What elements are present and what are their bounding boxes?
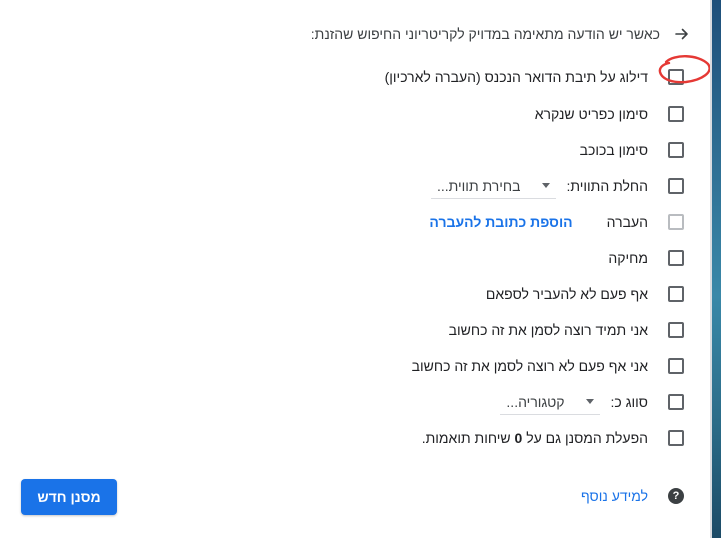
- never-spam-label: אף פעם לא להעביר לספאם: [485, 286, 648, 302]
- filter-actions-dialog: כאשר יש הודעה מתאימה במדויק לקריטריוני ה…: [0, 0, 712, 538]
- label-select[interactable]: בחירת תווית...: [430, 174, 557, 199]
- mark-read-label: סימון כפריט שנקרא: [534, 106, 648, 122]
- category-select[interactable]: קטגוריה...: [500, 390, 601, 415]
- option-forward[interactable]: העברה הוספת כתובת להעברה: [429, 210, 684, 234]
- option-never-spam[interactable]: אף פעם לא להעביר לספאם: [486, 282, 684, 306]
- delete-checkbox[interactable]: [668, 250, 684, 266]
- create-filter-button[interactable]: מסנן חדש: [21, 479, 117, 515]
- help-circle-icon[interactable]: ?: [668, 488, 684, 504]
- delete-label: מחיקה: [608, 250, 648, 266]
- learn-more-link[interactable]: למידע נוסף: [581, 488, 648, 504]
- criteria-header: כאשר יש הודעה מתאימה במדויק לקריטריוני ה…: [311, 22, 694, 46]
- categorize-checkbox[interactable]: [668, 394, 684, 410]
- apply-existing-checkbox[interactable]: [668, 430, 684, 446]
- star-checkbox[interactable]: [668, 142, 684, 158]
- arrow-right-icon[interactable]: [670, 22, 694, 46]
- mark-read-checkbox[interactable]: [668, 106, 684, 122]
- apply-label-label: החלת התווית:: [566, 178, 648, 194]
- option-skip-inbox[interactable]: דילוג על תיבת הדואר הנכנס (העברה לארכיון…: [385, 65, 684, 89]
- chevron-down-icon: [586, 399, 595, 404]
- categorize-label: סווג כ:: [610, 394, 648, 410]
- apply-label-checkbox[interactable]: [668, 178, 684, 194]
- option-apply-existing[interactable]: הפעלת המסנן גם על 0 שיחות תואמות.: [422, 426, 684, 450]
- star-label: סימון בכוכב: [579, 142, 648, 158]
- option-apply-label[interactable]: החלת התווית: בחירת תווית...: [430, 174, 684, 199]
- skip-inbox-label: דילוג על תיבת הדואר הנכנס (העברה לארכיון…: [384, 69, 648, 85]
- chevron-down-icon: [542, 183, 551, 188]
- option-star[interactable]: סימון בכוכב: [580, 138, 684, 162]
- option-always-important[interactable]: אני תמיד רוצה לסמן את זה כחשוב: [449, 318, 684, 342]
- option-mark-read[interactable]: סימון כפריט שנקרא: [535, 102, 684, 126]
- apply-existing-suffix: שיחות תואמות.: [421, 430, 511, 446]
- criteria-description: כאשר יש הודעה מתאימה במדויק לקריטריוני ה…: [310, 26, 660, 42]
- option-categorize[interactable]: סווג כ: קטגוריה...: [500, 390, 684, 415]
- forward-label: העברה: [606, 214, 648, 230]
- help-area: ? למידע נוסף: [581, 484, 684, 508]
- never-important-label: אני אף פעם לא רוצה לסמן את זה כחשוב: [411, 358, 648, 374]
- category-select-value: קטגוריה...: [506, 393, 565, 410]
- always-important-checkbox[interactable]: [668, 322, 684, 338]
- apply-existing-label: הפעלת המסנן גם על 0 שיחות תואמות.: [422, 430, 648, 446]
- label-select-value: בחירת תווית...: [436, 177, 521, 194]
- apply-existing-prefix: הפעלת המסנן גם על: [526, 430, 648, 446]
- matching-count: 0: [514, 430, 523, 446]
- always-important-label: אני תמיד רוצה לסמן את זה כחשוב: [448, 322, 648, 338]
- never-spam-checkbox[interactable]: [668, 286, 684, 302]
- forward-checkbox[interactable]: [668, 214, 684, 230]
- skip-inbox-checkbox[interactable]: [668, 69, 684, 85]
- option-delete[interactable]: מחיקה: [608, 246, 684, 270]
- never-important-checkbox[interactable]: [668, 358, 684, 374]
- option-never-important[interactable]: אני אף פעם לא רוצה לסמן את זה כחשוב: [412, 354, 684, 378]
- background-edge: [712, 0, 721, 538]
- add-forwarding-address-link[interactable]: הוספת כתובת להעברה: [429, 214, 572, 230]
